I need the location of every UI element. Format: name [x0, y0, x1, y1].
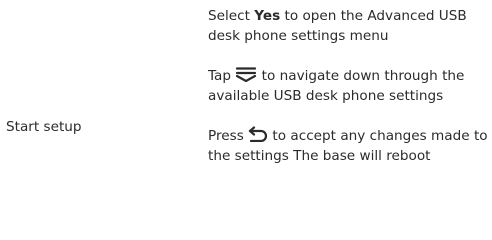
step-press-back: Press to accept any changes made to the …	[208, 126, 490, 166]
step-select-yes: Select Yes to open the Advanced USB desk…	[208, 6, 490, 46]
back-return-icon	[248, 126, 268, 142]
section-label: Start setup	[6, 119, 82, 135]
step-tap-scroll: Tap to navigate down through the availab…	[208, 66, 490, 106]
step-prefix: Press	[208, 128, 249, 144]
step-prefix: Select	[208, 8, 255, 24]
instruction-steps: Select Yes to open the Advanced USB desk…	[208, 6, 490, 166]
yes-option-text: Yes	[254, 8, 281, 24]
scroll-down-icon	[235, 66, 257, 82]
step-prefix: Tap	[208, 68, 236, 84]
